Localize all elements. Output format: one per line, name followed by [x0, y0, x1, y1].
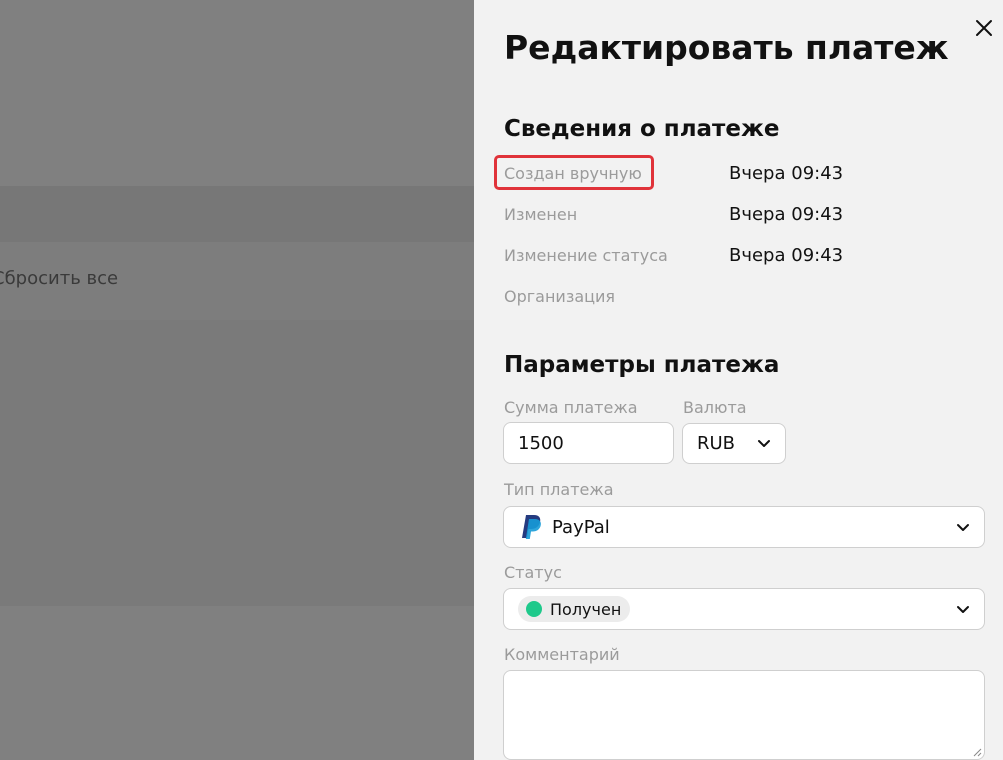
status-select[interactable]: Получен — [503, 588, 985, 630]
status-label: Статус — [504, 563, 562, 582]
background-reset-all-link: Сбросить все — [0, 268, 119, 289]
amount-input[interactable] — [503, 422, 674, 464]
drawer-title: Редактировать платеж — [504, 28, 949, 67]
background-content-block — [0, 320, 474, 606]
modified-value: Вчера 09:43 — [729, 204, 844, 225]
payment-type-value: PayPal — [552, 516, 610, 538]
edit-payment-drawer: Редактировать платеж Сведения о платеже … — [474, 0, 1003, 760]
chevron-down-icon — [957, 606, 969, 613]
details-heading: Сведения о платеже — [504, 116, 780, 142]
background-header-band — [0, 186, 474, 242]
comment-textarea[interactable] — [503, 670, 985, 760]
organization-label: Организация — [504, 287, 616, 306]
params-heading: Параметры платежа — [504, 352, 780, 378]
payment-type-select[interactable]: PayPal — [503, 506, 985, 548]
currency-select[interactable]: RUB — [682, 423, 786, 464]
chevron-down-icon — [957, 524, 969, 531]
app-screen: Сбросить все Редактировать платеж Сведен… — [0, 0, 1003, 760]
modified-label: Изменен — [504, 205, 578, 224]
close-icon — [976, 20, 992, 36]
resize-handle-icon[interactable] — [972, 747, 982, 757]
created-manually-value: Вчера 09:43 — [729, 163, 844, 184]
payment-type-label: Тип платежа — [504, 480, 614, 499]
comment-label: Комментарий — [504, 645, 620, 664]
status-value: Получен — [550, 599, 622, 619]
status-change-value: Вчера 09:43 — [729, 245, 844, 266]
status-chip: Получен — [518, 596, 631, 622]
status-dot — [526, 601, 542, 617]
currency-value: RUB — [697, 433, 736, 454]
paypal-icon — [522, 515, 541, 539]
currency-label: Валюта — [683, 398, 747, 417]
created-manually-label: Создан вручную — [504, 164, 642, 183]
chevron-down-icon — [758, 440, 770, 447]
close-button[interactable] — [970, 14, 998, 42]
status-change-label: Изменение статуса — [504, 246, 668, 265]
amount-label: Сумма платежа — [504, 398, 638, 417]
